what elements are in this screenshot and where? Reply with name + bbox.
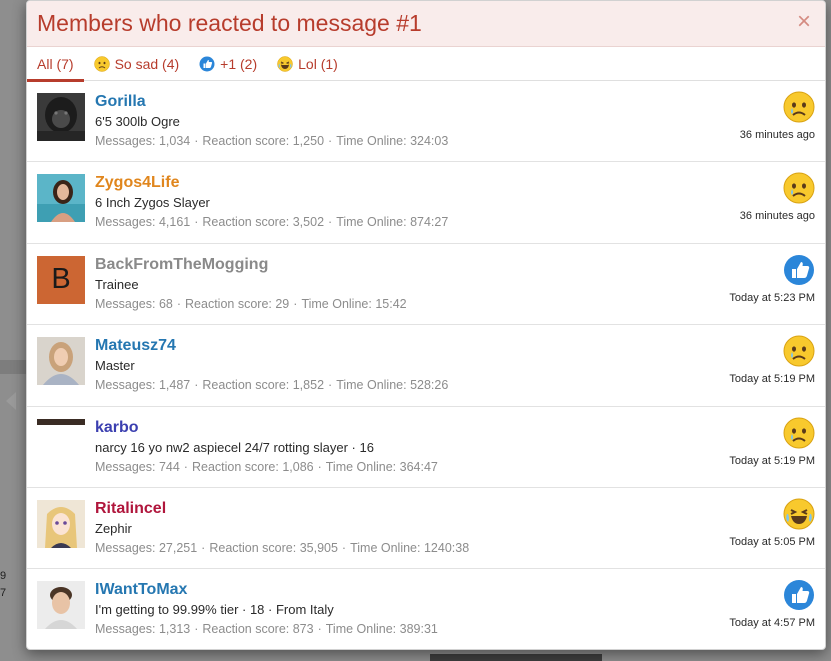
tab-label: All (7)	[37, 56, 74, 72]
user-title: Trainee	[95, 276, 139, 292]
user-title: Master	[95, 358, 135, 374]
list-item: B BackFromTheMogging Trainee Messages: 6…	[27, 244, 825, 326]
member-stats: Messages: 1,487 · Reaction score: 1,852 · Ti…	[95, 378, 449, 393]
reaction-time: Today at 5:05 PM	[729, 535, 815, 548]
member-stats: Messages: 27,251 · Reaction score: 35,905 ·…	[95, 540, 470, 555]
member-info: Ritalincel Zephir Messages: 27,251 · React…	[95, 499, 715, 556]
portrait-avatar-image	[37, 581, 85, 630]
thumbs-up-icon	[783, 579, 815, 611]
avatar[interactable]	[37, 174, 85, 223]
overlay-title: Members who reacted to message #1	[37, 10, 422, 36]
member-stats: Messages: 1,313 · Reaction score: 873 · Time…	[95, 622, 438, 637]
sad-face-icon	[783, 172, 815, 204]
tab-label: So sad (4)	[114, 56, 180, 72]
member-info: IWantToMax I'm getting to 99.99% tier · …	[95, 580, 715, 637]
background-text: 9 7	[0, 570, 7, 599]
tab-all[interactable]: All (7)	[27, 47, 84, 82]
reactions-overlay: Members who reacted to message #1 × All …	[26, 0, 826, 650]
member-info: Mateusz74 Master Messages: 1,487 · Reactio…	[95, 336, 715, 393]
member-stats: Messages: 1,034 · Reaction score: 1,250 · Ti…	[95, 134, 449, 148]
background-strip	[0, 360, 26, 374]
sad-face-icon	[783, 417, 815, 449]
member-stats: Messages: 4,161 · Reaction score: 3,502 · Ti…	[95, 215, 449, 230]
thumbs-up-icon	[199, 56, 215, 72]
member-info: Gorilla 6'5 300lb Ogre Messages: 1,034 · R…	[95, 92, 715, 149]
list-item: Ritalincel Zephir Messages: 27,251 · React…	[27, 488, 825, 570]
portrait-avatar-image	[37, 418, 85, 425]
background-image	[430, 654, 602, 661]
portrait-avatar-image	[37, 174, 85, 223]
username-link[interactable]: Zygos4Life	[95, 173, 179, 192]
sad-face-icon	[93, 56, 110, 72]
close-icon[interactable]: ×	[793, 10, 815, 34]
reaction-info: Today at 5:19 PM	[695, 417, 815, 467]
avatar[interactable]	[37, 337, 85, 386]
reaction-time: Today at 4:57 PM	[729, 617, 815, 630]
username-link[interactable]: karbo	[95, 418, 139, 437]
username-link[interactable]: Gorilla	[95, 92, 146, 111]
list-item: Mateusz74 Master Messages: 1,487 · Reactio…	[27, 325, 825, 407]
list-item: IWantToMax I'm getting to 99.99% tier · …	[27, 569, 825, 649]
user-title: 6'5 300lb Ogre	[95, 114, 180, 129]
avatar[interactable]	[37, 499, 85, 548]
sad-face-icon	[783, 335, 815, 367]
anime-avatar-image	[37, 499, 85, 548]
portrait-avatar-image	[37, 337, 85, 386]
background-arrow-icon	[6, 392, 16, 410]
tab-plus-one[interactable]: +1 (2)	[189, 47, 267, 81]
reaction-time: 36 minutes ago	[739, 129, 815, 141]
list-item: Gorilla 6'5 300lb Ogre Messages: 1,034 · R…	[27, 81, 825, 163]
letter-avatar: B	[37, 255, 85, 304]
reaction-info: 36 minutes ago	[695, 91, 815, 141]
tab-so-sad[interactable]: So sad (4)	[84, 47, 190, 81]
overlay-header: Members who reacted to message #1 ×	[27, 1, 825, 47]
reaction-time: Today at 5:19 PM	[729, 373, 815, 386]
reaction-tabs: All (7) So sad (4) +1 (2) Lol (1)	[27, 47, 825, 82]
avatar[interactable]	[37, 418, 85, 425]
reaction-info: Today at 5:05 PM	[695, 498, 815, 548]
user-title: 6 Inch Zygos Slayer	[95, 195, 210, 211]
tab-label: Lol (1)	[298, 56, 338, 72]
sad-face-icon	[783, 91, 815, 123]
reaction-time: Today at 5:19 PM	[729, 454, 815, 467]
reaction-info: Today at 5:23 PM	[695, 254, 815, 304]
avatar[interactable]	[37, 93, 85, 141]
member-info: karbo narcy 16 yo nw2 aspiecel 24/7 rott…	[95, 418, 715, 475]
username-link[interactable]: Ritalincel	[95, 499, 166, 518]
laughing-face-icon	[277, 56, 293, 72]
user-title: Zephir	[95, 520, 132, 536]
tab-label: +1 (2)	[220, 56, 258, 72]
laughing-face-icon	[783, 498, 815, 530]
member-info: Zygos4Life 6 Inch Zygos Slayer Messages:…	[95, 173, 715, 230]
reaction-info: 36 minutes ago	[695, 172, 815, 222]
thumbs-up-icon	[783, 254, 815, 286]
avatar[interactable]	[37, 581, 85, 630]
username-link[interactable]: BackFromTheMogging	[95, 255, 268, 274]
member-list: Gorilla 6'5 300lb Ogre Messages: 1,034 · R…	[27, 81, 825, 649]
reaction-info: Today at 5:19 PM	[695, 335, 815, 385]
reaction-time: 36 minutes ago	[739, 210, 815, 223]
gorilla-avatar-image	[37, 93, 85, 141]
user-title: narcy 16 yo nw2 aspiecel 24/7 rotting sl…	[95, 439, 374, 455]
username-link[interactable]: Mateusz74	[95, 336, 176, 355]
username-link[interactable]: IWantToMax	[95, 580, 187, 599]
list-item: Zygos4Life 6 Inch Zygos Slayer Messages:…	[27, 162, 825, 244]
member-stats: Messages: 68 · Reaction score: 29 · Time Onl…	[95, 296, 407, 311]
reaction-info: Today at 4:57 PM	[695, 579, 815, 629]
reaction-time: Today at 5:23 PM	[729, 291, 815, 304]
member-stats: Messages: 744 · Reaction score: 1,086 · Time…	[95, 459, 438, 474]
avatar[interactable]: B	[37, 255, 85, 304]
list-item: karbo narcy 16 yo nw2 aspiecel 24/7 rott…	[27, 407, 825, 488]
member-info: BackFromTheMogging Trainee Messages: 68 ·…	[95, 255, 715, 312]
tab-lol[interactable]: Lol (1)	[267, 47, 348, 81]
user-title: I'm getting to 99.99% tier · 18 · From I…	[95, 602, 334, 618]
